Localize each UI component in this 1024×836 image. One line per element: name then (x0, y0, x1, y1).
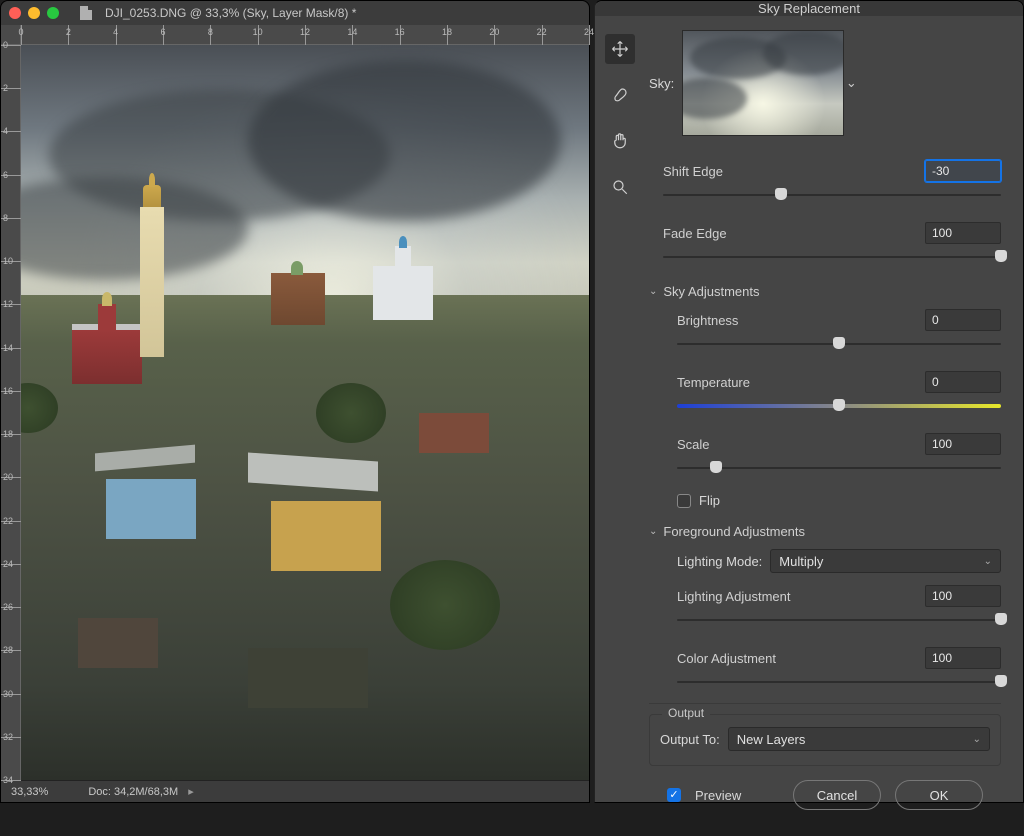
color-adjustment-value[interactable]: 100 (925, 647, 1001, 669)
flip-label: Flip (699, 493, 720, 508)
status-bar: 33,33% Doc: 34,2M/68,3M ▸ (1, 780, 589, 802)
output-legend: Output (662, 706, 710, 720)
foreground-adjustments-header[interactable]: ⌄ Foreground Adjustments (649, 524, 1001, 539)
output-to-label: Output To: (660, 732, 720, 747)
sky-label: Sky: (649, 76, 674, 91)
shift-edge-slider[interactable] (663, 188, 1001, 202)
status-menu-icon[interactable]: ▸ (188, 785, 194, 798)
ruler-horizontal[interactable]: 024681012141618202224 (1, 25, 589, 45)
photo-content (21, 45, 589, 780)
chevron-down-icon: ⌄ (649, 286, 657, 297)
traffic-close-icon[interactable] (9, 7, 21, 19)
document-title: DJI_0253.DNG @ 33,3% (Sky, Layer Mask/8)… (105, 6, 356, 20)
traffic-zoom-icon[interactable] (47, 7, 59, 19)
move-tool[interactable] (605, 34, 635, 64)
document-window: DJI_0253.DNG @ 33,3% (Sky, Layer Mask/8)… (0, 0, 590, 803)
temperature-value[interactable]: 0 (925, 371, 1001, 393)
lighting-mode-label: Lighting Mode: (677, 554, 762, 569)
ok-button[interactable]: OK (895, 780, 983, 810)
temperature-slider[interactable] (677, 399, 1001, 413)
shift-edge-label: Shift Edge (663, 164, 925, 179)
cancel-button[interactable]: Cancel (793, 780, 881, 810)
temperature-label: Temperature (677, 375, 925, 390)
sky-preset-dropdown[interactable]: ⌄ (844, 30, 858, 136)
lighting-adjustment-value[interactable]: 100 (925, 585, 1001, 607)
dialog-toolstrip (595, 16, 645, 836)
sky-adjustments-header[interactable]: ⌄ Sky Adjustments (649, 284, 1001, 299)
brush-tool[interactable] (605, 80, 635, 110)
shift-edge-value[interactable]: -30 (925, 160, 1001, 182)
lighting-adjustment-slider[interactable] (677, 613, 1001, 627)
fade-edge-value[interactable]: 100 (925, 222, 1001, 244)
brightness-label: Brightness (677, 313, 925, 328)
preview-label: Preview (695, 788, 741, 803)
canvas[interactable] (21, 45, 589, 780)
hand-tool[interactable] (605, 126, 635, 156)
chevron-down-icon: ⌄ (649, 526, 657, 537)
sky-replacement-dialog: Sky Replacement Sky: (594, 0, 1024, 803)
color-adjustment-slider[interactable] (677, 675, 1001, 689)
dialog-title: Sky Replacement (595, 1, 1023, 16)
brightness-slider[interactable] (677, 337, 1001, 351)
zoom-tool[interactable] (605, 172, 635, 202)
output-group: Output Output To: New Layers ⌄ (649, 714, 1001, 766)
traffic-minimize-icon[interactable] (28, 7, 40, 19)
color-adjustment-label: Color Adjustment (677, 651, 925, 666)
status-zoom[interactable]: 33,33% (11, 786, 48, 798)
preview-checkbox[interactable] (667, 788, 681, 802)
sky-preset-thumbnail[interactable] (682, 30, 844, 136)
scale-value[interactable]: 100 (925, 433, 1001, 455)
fade-edge-label: Fade Edge (663, 226, 925, 241)
brightness-value[interactable]: 0 (925, 309, 1001, 331)
lighting-adjustment-label: Lighting Adjustment (677, 589, 925, 604)
output-to-select[interactable]: New Layers ⌄ (728, 727, 990, 751)
chevron-down-icon: ⌄ (984, 556, 992, 567)
document-icon (80, 6, 92, 20)
flip-checkbox[interactable] (677, 494, 691, 508)
scale-slider[interactable] (677, 461, 1001, 475)
chevron-down-icon: ⌄ (973, 734, 981, 745)
titlebar: DJI_0253.DNG @ 33,3% (Sky, Layer Mask/8)… (1, 1, 589, 25)
lighting-mode-select[interactable]: Multiply ⌄ (770, 549, 1001, 573)
fade-edge-slider[interactable] (663, 250, 1001, 264)
ruler-vertical[interactable]: 0246810121416182022242628303234 (1, 45, 21, 780)
dialog-panel: Sky: ⌄ Shift Edge -30 (645, 16, 1023, 836)
status-docsize[interactable]: Doc: 34,2M/68,3M (88, 786, 178, 798)
scale-label: Scale (677, 437, 925, 452)
